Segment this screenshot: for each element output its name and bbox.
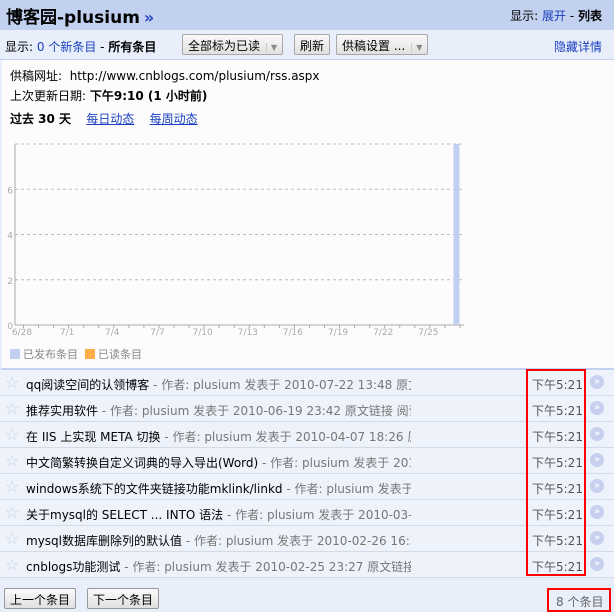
mark-all-read-button[interactable]: 全部标为已读 ▼	[182, 34, 284, 55]
x-tick-label: 7/25	[418, 328, 438, 338]
open-item-icon[interactable]: »	[590, 505, 604, 519]
feed-url: http://www.cnblogs.com/plusium/rss.aspx	[69, 69, 320, 83]
view-switch: 显示: 展开 - 列表	[510, 9, 602, 23]
open-item-icon[interactable]: »	[590, 453, 604, 467]
legend-swatch-read	[85, 349, 95, 359]
star-icon[interactable]: ☆	[5, 399, 19, 418]
star-icon[interactable]: ☆	[5, 373, 19, 392]
item-title: 关于mysql的 SELECT ... INTO 语法	[26, 508, 224, 522]
x-tick-label: 7/16	[283, 328, 303, 338]
hide-details-link[interactable]: 隐藏详情	[554, 38, 602, 55]
item-title: 中文简繁转换自定义词典的导入导出(Word)	[26, 456, 259, 470]
weekly-stats-link[interactable]: 每周动态	[150, 112, 198, 126]
item-snippet: - 作者: plusium 发表于 2010-06-19 23:42 原文链接 …	[101, 404, 411, 418]
item-title: 推荐实用软件	[26, 404, 99, 418]
item-title: cnblogs功能测试	[26, 560, 121, 574]
item-snippet: - 作者: plusium 发表于 2010-03-17	[286, 482, 411, 496]
daily-stats-link[interactable]: 每日动态	[86, 112, 134, 126]
open-item-icon[interactable]: »	[590, 557, 604, 571]
x-tick-label: 7/4	[105, 328, 120, 338]
legend-swatch-published	[10, 349, 20, 359]
x-tick-label: 7/22	[373, 328, 393, 338]
list-item[interactable]: ☆ cnblogs功能测试 - 作者: plusium 发表于 2010-02-2…	[0, 552, 614, 578]
item-title: 在 IIS 上实现 META 切换	[26, 430, 161, 444]
highlight-box	[526, 369, 586, 576]
chevron-down-icon: ▼	[411, 43, 422, 52]
view-expanded-link[interactable]: 展开	[542, 9, 566, 23]
item-snippet: - 作者: plusium 发表于 2010-04-07 18:26 原文链接 …	[164, 430, 411, 444]
list-item[interactable]: ☆ 在 IIS 上实现 META 切换 - 作者: plusium 发表于 201…	[0, 422, 614, 448]
item-title: windows系统下的文件夹链接功能mklink/linkd	[26, 482, 283, 496]
item-snippet: - 作者: plusium 发表于 2010-07-22 13:48 原文链接 …	[153, 378, 411, 392]
item-title: mysql数据库删除列的默认值	[26, 534, 182, 548]
open-item-icon[interactable]: »	[590, 401, 604, 415]
period-current: 过去 30 天	[10, 112, 72, 126]
item-snippet: - 作者: plusium 发表于 2010-03-01 18:45 原	[226, 508, 411, 522]
open-item-icon[interactable]: »	[590, 479, 604, 493]
item-snippet: - 作者: plusium 发表于 2010-02-25 23:27 原文链接 …	[124, 560, 411, 574]
star-icon[interactable]: ☆	[5, 451, 19, 470]
feed-header: 博客园-plusium» 显示: 展开 - 列表	[0, 0, 614, 30]
toolbar: 显示: 0 个新条目 - 所有条目 全部标为已读 ▼ 刷新 供稿设置 ... ▼ 隐…	[0, 30, 614, 60]
list-item[interactable]: ☆ 关于mysql的 SELECT ... INTO 语法 - 作者: plusi…	[0, 500, 614, 526]
x-tick-label: 7/10	[192, 328, 212, 338]
list-item[interactable]: ☆ 中文简繁转换自定义词典的导入导出(Word) - 作者: plusium 发表…	[0, 448, 614, 474]
list-item[interactable]: ☆ windows系统下的文件夹链接功能mklink/linkd - 作者: pl…	[0, 474, 614, 500]
feed-settings-button[interactable]: 供稿设置 ... ▼	[336, 34, 429, 55]
feed-title: 博客园-plusium»	[6, 8, 155, 28]
new-items-link[interactable]: 0 个新条目	[37, 40, 96, 54]
list-item[interactable]: ☆ 推荐实用软件 - 作者: plusium 发表于 2010-06-19 23:…	[0, 396, 614, 422]
star-icon[interactable]: ☆	[5, 555, 19, 574]
star-icon[interactable]: ☆	[5, 425, 19, 444]
chevron-down-icon[interactable]: ▼	[266, 43, 277, 52]
item-title: qq阅读空间的认领博客	[26, 378, 150, 392]
open-item-icon[interactable]: »	[590, 427, 604, 441]
y-tick-label: 6	[7, 186, 13, 196]
view-list-current: 列表	[577, 9, 602, 23]
open-item-icon[interactable]: »	[590, 375, 604, 389]
x-tick-label: 7/19	[328, 328, 348, 338]
star-icon[interactable]: ☆	[5, 503, 19, 522]
last-update: 下午9:10 (1 小时前)	[89, 89, 208, 103]
item-count: 8 个条目	[556, 595, 604, 609]
star-icon[interactable]: ☆	[5, 477, 19, 496]
x-tick-label: 7/1	[60, 328, 74, 338]
list-item[interactable]: ☆ mysql数据库删除列的默认值 - 作者: plusium 发表于 2010-…	[0, 526, 614, 552]
chart-legend: 已发布条目 已读条目	[10, 346, 142, 362]
y-tick-label: 2	[7, 277, 13, 287]
list-item[interactable]: ☆ qq阅读空间的认领博客 - 作者: plusium 发表于 2010-07-2…	[0, 370, 614, 396]
item-list: ☆ qq阅读空间的认领博客 - 作者: plusium 发表于 2010-07-2…	[0, 370, 614, 578]
next-item-button[interactable]: 下一个条目	[87, 588, 160, 609]
x-tick-label: 7/13	[238, 328, 258, 338]
item-snippet: - 作者: plusium 发表于 2010-02-26 16:30 原文链接	[185, 534, 411, 548]
refresh-button[interactable]: 刷新	[294, 34, 331, 55]
item-snippet: - 作者: plusium 发表于 2010-04-	[262, 456, 411, 470]
x-tick-label: 7/7	[150, 328, 164, 338]
all-items-current: 所有条目	[108, 40, 157, 54]
bar	[453, 144, 460, 325]
prev-item-button[interactable]: 上一个条目	[4, 588, 77, 609]
y-tick-label: 4	[7, 232, 13, 242]
x-tick-label: 6/28	[12, 328, 32, 338]
star-icon[interactable]: ☆	[5, 529, 19, 548]
open-item-icon[interactable]: »	[590, 531, 604, 545]
footer: 上一个条目 下一个条目 8 个条目	[0, 580, 614, 612]
activity-chart: 02466/28 7/1 7/4 7/7 7/10 7/13 7/16 7/19 7/22 7/2…	[7, 143, 464, 338]
feed-menu-arrow-icon[interactable]: »	[144, 8, 154, 27]
